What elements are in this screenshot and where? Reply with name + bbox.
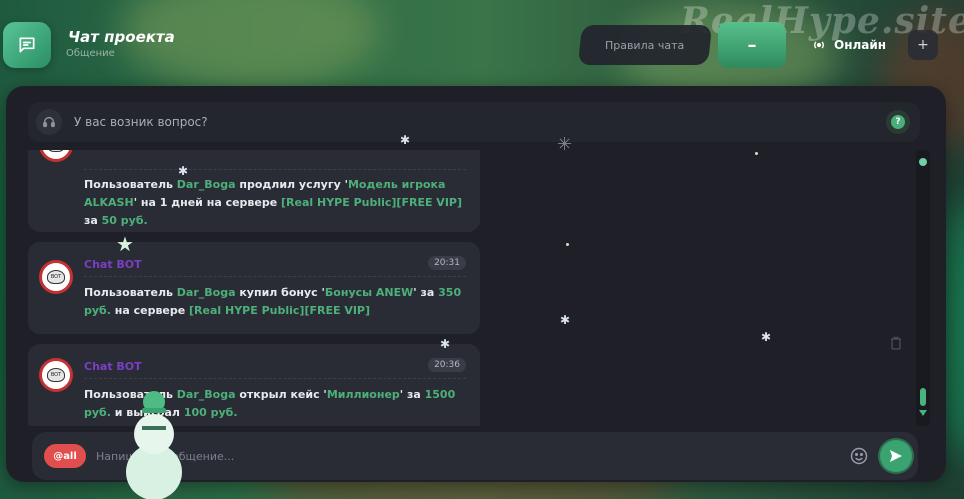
help-button[interactable]: ? (886, 110, 910, 134)
message-highlight: 50 руб. (101, 214, 148, 227)
minimize-button[interactable]: – (718, 22, 786, 68)
headset-icon (36, 109, 62, 135)
send-button[interactable] (880, 440, 912, 472)
message-author[interactable]: Chat BOT (84, 258, 142, 271)
snow-particle (566, 243, 569, 246)
message-fragment: ' за (399, 388, 425, 401)
trash-icon[interactable] (890, 336, 902, 350)
message-card: ^ BOT Chat BOT 20:31 Пользователь Dar_Bo… (28, 242, 480, 334)
message-fragment: купил бонус ' (235, 286, 325, 299)
message-highlight: Dar_Boga (176, 178, 236, 191)
snow-particle (755, 152, 758, 155)
message-divider (84, 169, 466, 170)
message-fragment: ' на 1 дней на сервере (133, 196, 282, 209)
message-fragment: продлил услугу ' (235, 178, 348, 191)
message-card: ^ BOT Chat BOT 20:36 Пользователь Dar_Bo… (28, 344, 480, 426)
mention-all-button[interactable]: @all (44, 444, 86, 468)
message-time: 20:31 (428, 256, 466, 270)
scroll-down-icon[interactable] (919, 410, 927, 416)
scroll-up-icon[interactable] (919, 158, 927, 166)
message-highlight: 100 руб. (183, 406, 238, 419)
message-highlight: Бонусы ANEW (324, 286, 414, 299)
message-highlight: [Real HYPE Public][FREE VIP] (281, 196, 462, 209)
avatar: BOT (39, 260, 73, 294)
question-mark-icon: ? (891, 115, 905, 129)
snowflake-icon: ✱ (761, 330, 772, 344)
message-card: BOT Пользователь Dar_Boga продлил услугу… (28, 150, 480, 232)
send-icon (890, 450, 902, 462)
star-icon: ★ (116, 232, 134, 256)
chat-header: Чат проекта Общение RealHype.site Правил… (0, 0, 964, 86)
message-fragment: открыл кейс ' (235, 388, 327, 401)
scroll-thumb[interactable] (920, 388, 926, 406)
expand-button[interactable]: + (908, 30, 938, 60)
chatbot-logo-icon: BOT (47, 368, 65, 382)
message-fragment: на сервере (110, 304, 190, 317)
message-fragment: ' за (413, 286, 439, 299)
message-fragment: за (84, 214, 102, 227)
message-author[interactable]: Chat BOT (84, 360, 142, 373)
message-divider (84, 378, 466, 379)
snowflake-icon: ✱ (560, 313, 571, 327)
snowflake-icon: ✱ (400, 133, 411, 147)
emoji-icon[interactable] (850, 447, 868, 465)
message-highlight: Миллионер (326, 388, 400, 401)
message-text: Пользователь Dar_Boga купил бонус 'Бонус… (84, 284, 466, 320)
message-input[interactable] (96, 441, 850, 471)
snowflake-icon: ✳ (557, 134, 573, 155)
avatar: BOT (39, 150, 73, 162)
chatbot-logo-icon: BOT (47, 270, 65, 284)
message-fragment: Пользователь (84, 178, 177, 191)
message-text: Пользователь Dar_Boga продлил услугу 'Мо… (84, 176, 466, 230)
message-time: 20:36 (428, 358, 466, 372)
chat-icon (3, 22, 51, 68)
online-label: Онлайн (834, 38, 887, 52)
question-bar[interactable]: У вас возник вопрос? ? (28, 102, 920, 142)
message-fragment: Пользователь (84, 286, 177, 299)
chat-rules-label: Правила чата (605, 38, 685, 52)
chatbot-logo-icon: BOT (47, 150, 65, 152)
message-highlight: [Real HYPE Public][FREE VIP] (189, 304, 371, 317)
snowman-decoration (126, 391, 182, 499)
snowflake-icon: ✱ (440, 337, 451, 351)
snowflake-icon: ✱ (178, 164, 189, 178)
page-title: Чат проекта (68, 28, 175, 46)
page-subtitle: Общение (66, 48, 115, 59)
messages-scrollbar[interactable] (916, 150, 930, 426)
avatar: BOT (39, 358, 73, 392)
broadcast-icon (813, 41, 825, 49)
message-divider (84, 276, 466, 277)
chat-rules-button[interactable]: Правила чата (577, 25, 713, 65)
message-highlight: Dar_Boga (176, 286, 236, 299)
question-text: У вас возник вопрос? (74, 115, 208, 129)
